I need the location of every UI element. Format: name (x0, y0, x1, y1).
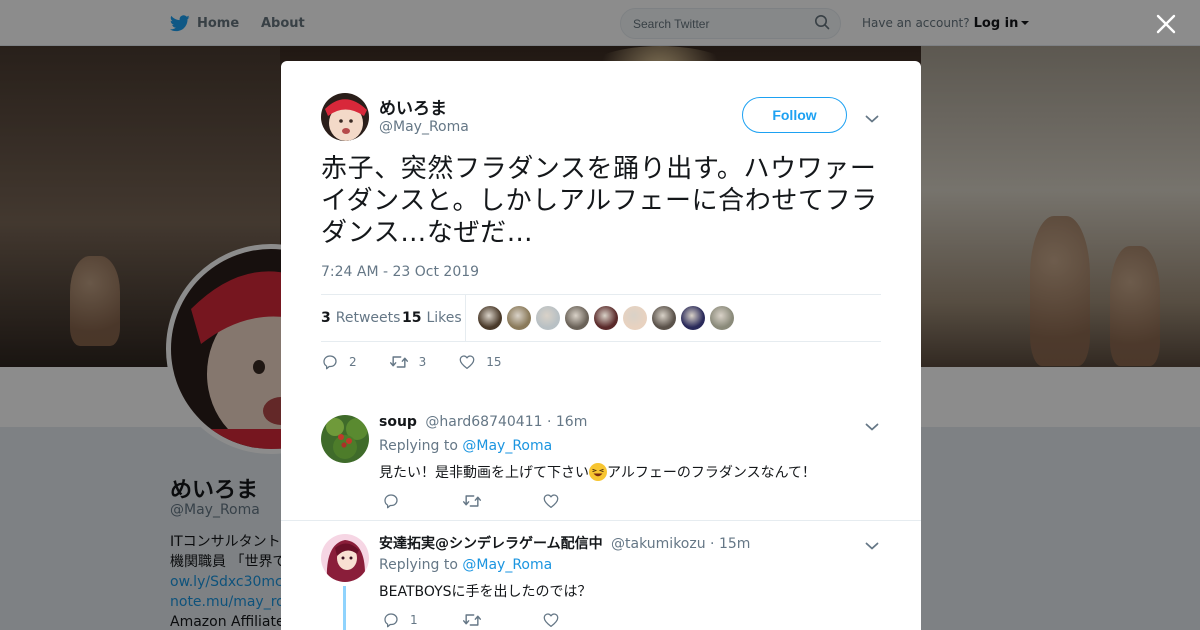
reply-author-handle[interactable]: @hard68740411 (425, 414, 542, 430)
tweet-stats: 3 Retweets 15 Likes (321, 294, 881, 342)
like-count: 15 (486, 355, 502, 369)
reply-action[interactable]: 1 (382, 611, 462, 629)
liker-avatar[interactable] (507, 306, 531, 330)
liker-avatar[interactable] (594, 306, 618, 330)
reply-author-name[interactable]: soup (379, 414, 417, 430)
laughing-emoji-icon (589, 463, 607, 481)
like-action[interactable] (542, 611, 622, 629)
retweet-icon (462, 614, 482, 626)
retweet-action[interactable]: 3 (389, 353, 427, 371)
heart-icon (543, 494, 559, 509)
thread-connector (343, 586, 346, 630)
likes-label: Likes (426, 310, 462, 326)
tweet-author-name[interactable]: めいろま (379, 94, 447, 119)
reply-actions (382, 492, 622, 510)
reply-separator: · (710, 536, 719, 552)
liker-avatar[interactable] (681, 306, 705, 330)
reply-author-name[interactable]: 安達拓実@シンデレラゲーム配信中 (379, 536, 603, 552)
reply-author-handle[interactable]: @takumikozu (611, 536, 706, 552)
reply-text: BEATBOYSに手を出したのでは？ (379, 584, 592, 600)
tweet-author-handle[interactable]: @May_Roma (379, 119, 469, 135)
liker-avatars (478, 306, 739, 330)
likes-count: 15 (402, 310, 422, 326)
retweet-action[interactable] (462, 492, 542, 510)
likes-stat[interactable]: 15 Likes (402, 295, 462, 341)
replying-mention[interactable]: @May_Roma (462, 557, 552, 573)
liker-avatar[interactable] (652, 306, 676, 330)
replying-prefix: Replying to (379, 438, 458, 454)
like-action[interactable] (542, 492, 622, 510)
chevron-down-icon[interactable] (865, 536, 879, 555)
reply-text-part: アルフェーのフラダンスなんて！ (607, 465, 816, 481)
reply-icon (323, 355, 337, 370)
replying-prefix: Replying to (379, 557, 458, 573)
retweet-icon (462, 495, 482, 507)
retweet-count: 3 (418, 355, 427, 369)
reply-count: 1 (410, 613, 418, 627)
reply-tweet[interactable]: soup @hard68740411 · 16m Replying to @Ma… (281, 400, 921, 521)
reply-header: soup @hard68740411 · 16m (379, 414, 587, 430)
reply-action[interactable]: 2 (321, 353, 357, 371)
tweet-modal: めいろま @May_Roma Follow 赤子、突然フラダンスを踊り出す。ハウ… (281, 61, 921, 630)
retweets-stat[interactable]: 3 Retweets (321, 295, 400, 341)
reply-icon (384, 494, 398, 509)
tweet-actions: 2 3 15 (321, 353, 534, 371)
heart-icon (459, 355, 475, 370)
reply-text: 見たい！是非動画を上げて下さい アルフェーのフラダンスなんて！ (379, 462, 816, 482)
retweets-label: Retweets (335, 310, 401, 326)
follow-button[interactable]: Follow (742, 97, 847, 133)
reply-action[interactable] (382, 492, 462, 510)
liker-avatar[interactable] (536, 306, 560, 330)
reply-separator: · (546, 414, 556, 430)
liker-avatar[interactable] (478, 306, 502, 330)
reply-text-part: 見たい！是非動画を上げて下さい (379, 465, 589, 481)
close-icon[interactable] (1154, 12, 1178, 36)
reply-actions: 1 (382, 611, 622, 629)
liker-avatar[interactable] (710, 306, 734, 330)
reply-time[interactable]: 16m (556, 414, 587, 430)
reply-avatar[interactable] (321, 415, 369, 463)
reply-tweet[interactable]: 安達拓実@シンデレラゲーム配信中 @takumikozu · 15m Reply… (281, 520, 921, 630)
replying-to: Replying to @May_Roma (379, 557, 552, 573)
liker-avatar[interactable] (623, 306, 647, 330)
chevron-down-icon[interactable] (865, 109, 879, 128)
tweet-text: 赤子、突然フラダンスを踊り出す。ハウワァーイダンスと。しかしアルフェーに合わせて… (321, 154, 878, 248)
replying-to: Replying to @May_Roma (379, 438, 552, 454)
heart-icon (543, 613, 559, 628)
stats-divider (465, 295, 466, 341)
reply-avatar[interactable] (321, 534, 369, 582)
reply-count: 2 (349, 355, 357, 369)
liker-avatar[interactable] (565, 306, 589, 330)
chevron-down-icon[interactable] (865, 417, 879, 436)
tweet-timestamp[interactable]: 7:24 AM - 23 Oct 2019 (321, 264, 479, 280)
retweet-action[interactable] (462, 611, 542, 629)
reply-header: 安達拓実@シンデレラゲーム配信中 @takumikozu · 15m (379, 533, 750, 553)
retweet-icon (389, 356, 408, 368)
retweets-count: 3 (321, 310, 331, 326)
tweet-author-avatar[interactable] (321, 93, 369, 141)
replying-mention[interactable]: @May_Roma (462, 438, 552, 454)
like-action[interactable]: 15 (458, 353, 502, 371)
reply-time[interactable]: 15m (719, 536, 750, 552)
reply-icon (384, 613, 398, 628)
